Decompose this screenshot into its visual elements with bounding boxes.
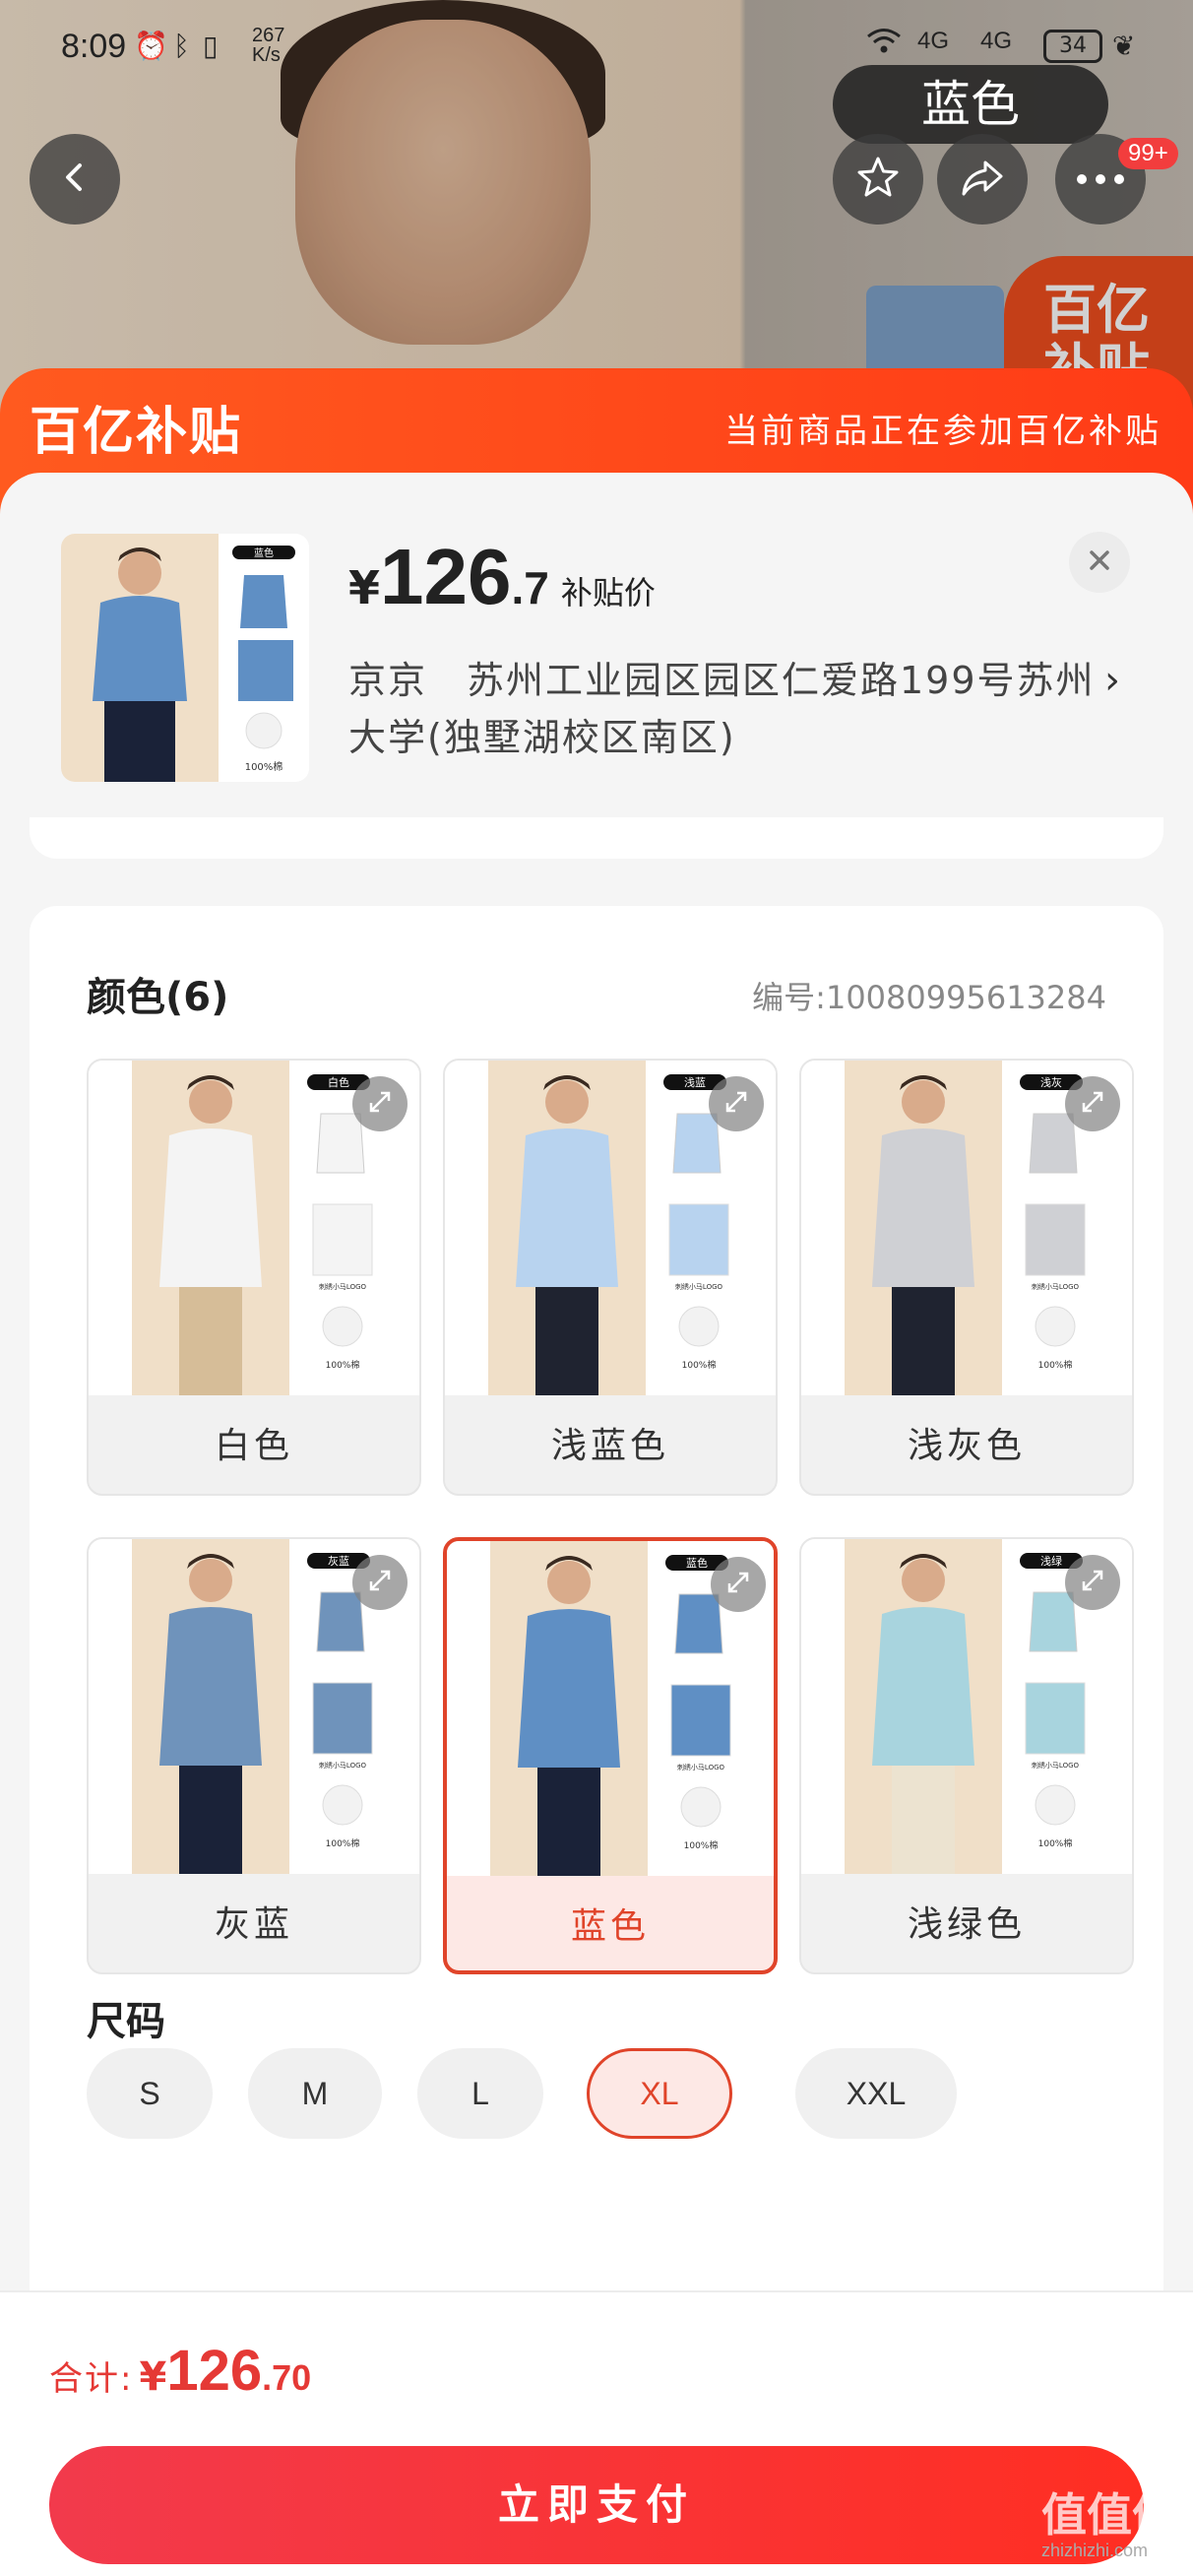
color-option[interactable]: 蓝色 刺绣小马LOGO 100%棉 蓝色 (443, 1537, 778, 1974)
expand-button[interactable] (711, 1557, 766, 1612)
size-option[interactable]: XL (587, 2048, 732, 2139)
expand-icon (722, 1087, 751, 1121)
color-options-grid: 白色 刺绣小马LOGO 100%棉 白色 浅蓝 刺绣小马LOGO 100%棉 浅蓝色 浅灰 刺绣小… (87, 1059, 1138, 1974)
expand-icon (723, 1568, 753, 1601)
logo-caption: 刺绣小马LOGO (1032, 1282, 1080, 1291)
watermark-logo: 值值值 (1041, 2488, 1177, 2542)
cotton-caption: 100%棉 (682, 1359, 717, 1371)
color-section-title: 颜色(6) (87, 975, 229, 1020)
option-color-tag: 浅绿 (1040, 1554, 1062, 1568)
color-option-label: 浅蓝色 (550, 1426, 669, 1466)
price-symbol: ¥ (348, 561, 381, 614)
subsidy-logo: 百亿补贴 (30, 403, 243, 462)
total-price: 合计: ¥126.70 (49, 2338, 311, 2404)
net-speed-value: 267 (252, 25, 285, 46)
total-integer: 126 (166, 2339, 263, 2403)
share-button[interactable] (937, 134, 1028, 225)
battery-indicator: 34 (1043, 30, 1102, 63)
option-color-tag: 白色 (328, 1075, 349, 1089)
more-icon (1076, 170, 1125, 189)
thumb-color-tag: 蓝色 (254, 547, 274, 559)
color-option[interactable]: 浅灰刺绣小马LOGO 100%棉浅灰色 (799, 1059, 1134, 1496)
chevron-right-icon[interactable]: › (1104, 658, 1120, 703)
logo-caption: 刺绣小马LOGO (319, 1761, 367, 1770)
collapsed-info-card (30, 817, 1163, 859)
color-option-label: 蓝色 (570, 1906, 650, 1947)
back-icon (55, 158, 94, 201)
sheet-header: 蓝色 100%棉 ¥126.7 补贴价 京京 苏州工业园区园区仁爱路199号苏州大… (0, 473, 1193, 817)
selected-color-pill: 蓝色 (833, 65, 1108, 144)
sku-selector-sheet: 蓝色 100%棉 ¥126.7 补贴价 京京 苏州工业园区园区仁爱路199号苏州大… (0, 473, 1193, 2576)
product-thumbnail[interactable]: 蓝色 100%棉 (61, 534, 309, 782)
delivery-address[interactable]: 京京 苏州工业园区园区仁爱路199号苏州大学(独墅湖校区南区) (348, 652, 1116, 766)
watermark-url: zhizhizhi.com (1041, 2541, 1149, 2560)
color-option[interactable]: 浅蓝刺绣小马LOGO 100%棉浅蓝色 (443, 1059, 778, 1496)
cotton-caption: 100%棉 (326, 1359, 360, 1371)
subsidy-message: 当前商品正在参加百亿补贴 (724, 412, 1162, 451)
alarm-icon: ⏰ (134, 30, 168, 62)
net-speed: 267 K/s (252, 26, 284, 65)
wifi-icon (866, 28, 902, 62)
cotton-caption: 100%棉 (684, 1839, 719, 1851)
back-button[interactable] (30, 134, 120, 225)
option-color-tag: 浅蓝 (684, 1076, 706, 1089)
pay-now-button[interactable]: 立即支付 (49, 2446, 1144, 2564)
price-decimal: .7 (511, 562, 549, 613)
network-1: 4G (917, 28, 950, 54)
expand-button[interactable] (352, 1555, 408, 1610)
close-icon (1086, 547, 1113, 578)
option-color-tag: 浅灰 (1040, 1075, 1062, 1089)
color-option[interactable]: 灰蓝 刺绣小马LOGO 100%棉 灰蓝 (87, 1537, 421, 1974)
size-option[interactable]: S (87, 2048, 213, 2139)
expand-button[interactable] (709, 1076, 764, 1131)
total-decimal: .70 (262, 2357, 312, 2398)
size-section-title: 尺码 (87, 1999, 165, 2044)
favorite-button[interactable] (833, 134, 923, 225)
option-color-tag: 灰蓝 (328, 1554, 349, 1568)
checkout-bar: 合计: ¥126.70 立即支付 值值值 zhizhizhi.com (0, 2290, 1193, 2576)
status-time: 8:09 (61, 28, 127, 65)
total-label: 合计: (49, 2359, 134, 2399)
cotton-caption: 100%棉 (326, 1837, 360, 1849)
color-option[interactable]: 浅绿刺绣小马LOGO 100%棉浅绿色 (799, 1537, 1134, 1974)
cotton-caption: 100%棉 (1038, 1837, 1073, 1849)
expand-icon (1078, 1566, 1107, 1599)
bluetooth-icon: ᛒ (173, 30, 190, 62)
product-code: 编号:10080995613284 (752, 979, 1106, 1016)
close-button[interactable] (1069, 532, 1130, 593)
color-option-label: 浅灰色 (907, 1426, 1026, 1466)
total-symbol: ¥ (139, 2354, 167, 2400)
expand-button[interactable] (352, 1076, 408, 1131)
logo-caption: 刺绣小马LOGO (677, 1763, 725, 1771)
size-option[interactable]: L (417, 2048, 543, 2139)
expand-icon (365, 1087, 395, 1121)
logo-caption: 刺绣小马LOGO (1032, 1761, 1080, 1770)
expand-icon (1078, 1087, 1107, 1121)
cotton-caption: 100%棉 (1038, 1359, 1073, 1371)
color-option-label: 灰蓝 (214, 1904, 293, 1945)
leaf-icon: ❦ (1112, 30, 1136, 62)
star-icon (854, 154, 902, 205)
logo-caption: 刺绣小马LOGO (319, 1282, 367, 1291)
size-option[interactable]: M (248, 2048, 382, 2139)
option-color-tag: 蓝色 (686, 1556, 708, 1570)
expand-button[interactable] (1065, 1555, 1120, 1610)
network-2: 4G (980, 28, 1013, 54)
logo-caption: 刺绣小马LOGO (675, 1282, 723, 1291)
price-tag: 补贴价 (560, 574, 656, 612)
expand-icon (365, 1566, 395, 1599)
color-option-label: 白色 (214, 1426, 293, 1466)
net-speed-unit: K/s (252, 44, 281, 66)
color-option-label: 浅绿色 (907, 1904, 1026, 1945)
expand-button[interactable] (1065, 1076, 1120, 1131)
thumb-caption: 100%棉 (245, 760, 283, 773)
subsidy-price: ¥126.7 补贴价 (348, 532, 656, 622)
color-option[interactable]: 白色 刺绣小马LOGO 100%棉 白色 (87, 1059, 421, 1496)
price-integer: 126 (380, 533, 512, 620)
vibrate-icon: ▯ (203, 30, 219, 62)
share-icon (958, 153, 1007, 206)
notification-badge: 99+ (1118, 138, 1178, 169)
size-option[interactable]: XXL (795, 2048, 957, 2139)
